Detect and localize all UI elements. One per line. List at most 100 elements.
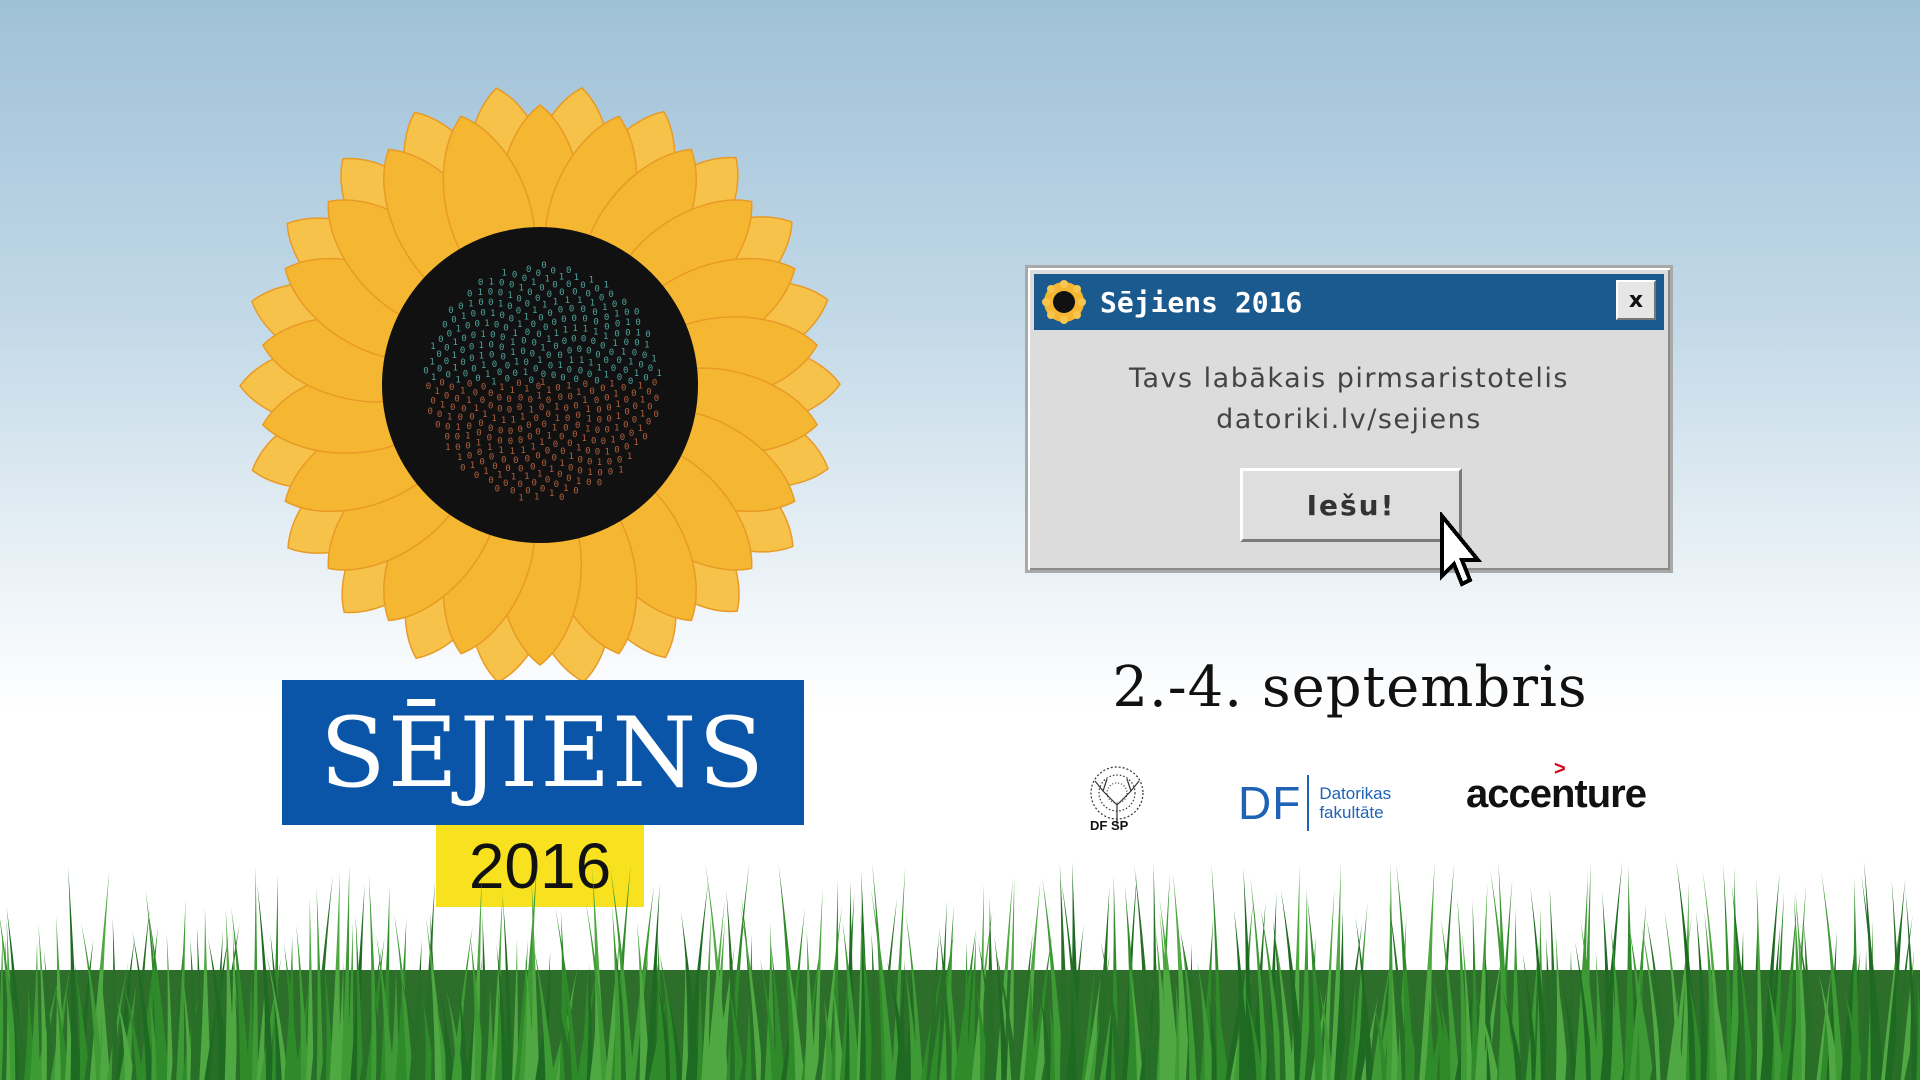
svg-text:0: 0 xyxy=(617,356,622,366)
dialog-titlebar[interactable]: Sējiens 2016 x xyxy=(1034,274,1664,330)
svg-text:0: 0 xyxy=(444,357,449,367)
svg-text:0: 0 xyxy=(624,395,629,405)
svg-text:1: 1 xyxy=(514,358,519,368)
svg-text:1: 1 xyxy=(487,443,492,453)
svg-text:0: 0 xyxy=(612,300,617,310)
svg-text:1: 1 xyxy=(445,443,450,453)
svg-text:0: 0 xyxy=(507,302,512,312)
svg-text:0: 0 xyxy=(608,290,613,300)
svg-text:0: 0 xyxy=(622,298,627,308)
svg-text:0: 0 xyxy=(585,446,590,456)
svg-text:0: 0 xyxy=(488,401,493,411)
svg-text:0: 0 xyxy=(423,366,428,376)
svg-text:1: 1 xyxy=(603,332,608,342)
svg-text:1: 1 xyxy=(523,368,528,378)
svg-text:0: 0 xyxy=(507,405,512,415)
svg-text:0: 0 xyxy=(551,318,556,328)
svg-text:0: 0 xyxy=(557,351,562,361)
svg-text:0: 0 xyxy=(445,422,450,432)
svg-text:0: 0 xyxy=(591,436,596,446)
svg-text:1: 1 xyxy=(613,389,618,399)
svg-text:1: 1 xyxy=(576,443,581,453)
svg-text:1: 1 xyxy=(612,339,617,349)
svg-text:0: 0 xyxy=(583,380,588,390)
df-logo-mark: DF xyxy=(1238,777,1302,829)
svg-text:0: 0 xyxy=(573,402,578,412)
svg-text:0: 0 xyxy=(611,364,616,374)
svg-text:1: 1 xyxy=(531,278,536,288)
svg-text:0: 0 xyxy=(632,416,637,426)
svg-text:0: 0 xyxy=(533,364,538,374)
svg-text:0: 0 xyxy=(481,382,486,392)
svg-text:0: 0 xyxy=(559,493,564,503)
dialog-message-line1: Tavs labākais pirmsaristotelis xyxy=(1128,363,1569,394)
df-logo: DF Datorikas fakultāte xyxy=(1238,775,1391,831)
svg-text:0: 0 xyxy=(445,370,450,380)
svg-text:0: 0 xyxy=(560,374,565,384)
go-button[interactable]: Iešu! xyxy=(1240,468,1462,542)
svg-text:1: 1 xyxy=(501,269,506,279)
svg-text:0: 0 xyxy=(526,421,531,431)
svg-text:0: 0 xyxy=(506,395,511,405)
svg-text:1: 1 xyxy=(542,301,547,311)
svg-text:0: 0 xyxy=(516,379,521,389)
svg-text:0: 0 xyxy=(497,436,502,446)
svg-text:0: 0 xyxy=(566,280,571,290)
svg-text:0: 0 xyxy=(608,468,613,478)
svg-text:1: 1 xyxy=(491,378,496,388)
svg-text:1: 1 xyxy=(615,400,620,410)
svg-text:0: 0 xyxy=(474,471,479,481)
svg-text:0: 0 xyxy=(540,484,545,494)
svg-text:0: 0 xyxy=(545,446,550,456)
svg-text:0: 0 xyxy=(604,393,609,403)
svg-text:0: 0 xyxy=(517,425,522,435)
svg-text:1: 1 xyxy=(627,452,632,462)
svg-text:0: 0 xyxy=(558,393,563,403)
svg-text:0: 0 xyxy=(634,308,639,318)
svg-text:0: 0 xyxy=(605,426,610,436)
svg-text:1: 1 xyxy=(583,325,588,335)
svg-text:0: 0 xyxy=(577,345,582,355)
dialog-message-link[interactable]: datoriki.lv/sejiens xyxy=(1028,399,1670,440)
svg-text:0: 0 xyxy=(604,313,609,323)
svg-text:0: 0 xyxy=(542,420,547,430)
svg-text:1: 1 xyxy=(566,382,571,392)
svg-text:0: 0 xyxy=(572,288,577,298)
svg-text:1: 1 xyxy=(481,361,486,371)
svg-text:0: 0 xyxy=(444,343,449,353)
svg-text:0: 0 xyxy=(516,306,521,316)
svg-text:0: 0 xyxy=(596,405,601,415)
svg-text:0: 0 xyxy=(632,402,637,412)
svg-text:0: 0 xyxy=(503,479,508,489)
svg-text:1: 1 xyxy=(634,369,639,379)
svg-text:0: 0 xyxy=(632,348,637,358)
svg-text:1: 1 xyxy=(511,472,516,482)
svg-text:0: 0 xyxy=(430,397,435,407)
sunflower-icon xyxy=(1042,280,1086,324)
svg-text:0: 0 xyxy=(530,462,535,472)
svg-text:0: 0 xyxy=(478,298,483,308)
svg-text:0: 0 xyxy=(460,358,465,368)
svg-text:0: 0 xyxy=(642,433,647,443)
svg-text:0: 0 xyxy=(503,324,508,334)
svg-text:1: 1 xyxy=(552,423,557,433)
svg-text:1: 1 xyxy=(498,299,503,309)
close-button[interactable]: x xyxy=(1616,280,1656,320)
svg-text:0: 0 xyxy=(642,351,647,361)
svg-text:0: 0 xyxy=(522,274,527,284)
svg-text:0: 0 xyxy=(638,360,643,370)
svg-text:1: 1 xyxy=(456,325,461,335)
svg-text:0: 0 xyxy=(557,470,562,480)
svg-text:1: 1 xyxy=(593,327,598,337)
svg-text:1: 1 xyxy=(524,472,529,482)
svg-text:0: 0 xyxy=(478,278,483,288)
svg-text:0: 0 xyxy=(545,475,550,485)
svg-text:0: 0 xyxy=(599,294,604,304)
svg-text:1: 1 xyxy=(554,329,559,339)
svg-text:1: 1 xyxy=(618,465,623,475)
svg-text:0: 0 xyxy=(591,337,596,347)
svg-text:1: 1 xyxy=(517,320,522,330)
svg-text:1: 1 xyxy=(555,414,560,424)
svg-text:1: 1 xyxy=(431,373,436,383)
svg-text:0: 0 xyxy=(624,443,629,453)
